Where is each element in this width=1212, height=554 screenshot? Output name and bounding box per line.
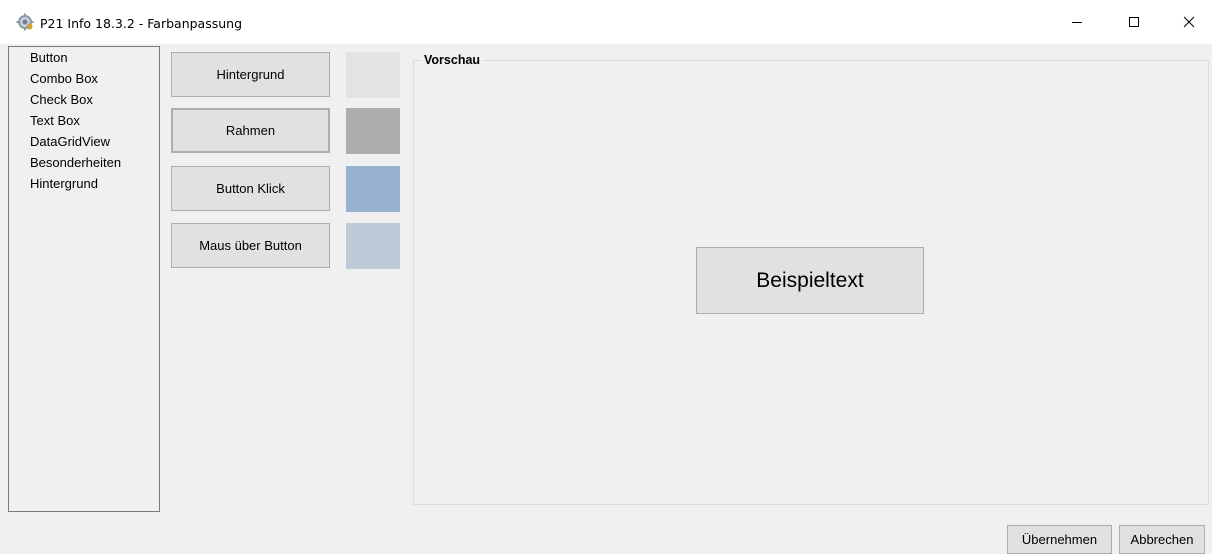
preview-group-title: Vorschau (421, 53, 484, 67)
list-item-besonderheiten[interactable]: Besonderheiten (30, 155, 121, 170)
title-bar: P21 Info 18.3.2 - Farbanpassung (0, 0, 1212, 44)
gear-icon (16, 13, 34, 31)
background-color-button[interactable]: Hintergrund (171, 52, 330, 97)
maximize-icon (1129, 17, 1139, 27)
minimize-button[interactable] (1054, 0, 1100, 44)
list-item-hintergrund[interactable]: Hintergrund (30, 176, 98, 191)
list-item-combo-box[interactable]: Combo Box (30, 71, 98, 86)
close-button[interactable] (1166, 0, 1212, 44)
sample-button[interactable]: Beispieltext (696, 247, 924, 314)
border-color-button[interactable]: Rahmen (171, 108, 330, 153)
border-color-swatch[interactable] (346, 108, 400, 154)
apply-button[interactable]: Übernehmen (1007, 525, 1112, 554)
minimize-icon (1072, 22, 1082, 23)
list-item-datagridview[interactable]: DataGridView (30, 134, 110, 149)
list-item-button[interactable]: Button (30, 50, 68, 65)
hover-color-swatch[interactable] (346, 223, 400, 269)
hover-color-button[interactable]: Maus über Button (171, 223, 330, 268)
window-title: P21 Info 18.3.2 - Farbanpassung (40, 16, 243, 31)
click-color-swatch[interactable] (346, 166, 400, 212)
close-icon (1183, 16, 1195, 28)
list-item-check-box[interactable]: Check Box (30, 92, 93, 107)
click-color-button[interactable]: Button Klick (171, 166, 330, 211)
cancel-button[interactable]: Abbrechen (1119, 525, 1205, 554)
list-item-text-box[interactable]: Text Box (30, 113, 80, 128)
background-color-swatch[interactable] (346, 52, 400, 98)
maximize-button[interactable] (1111, 0, 1157, 44)
